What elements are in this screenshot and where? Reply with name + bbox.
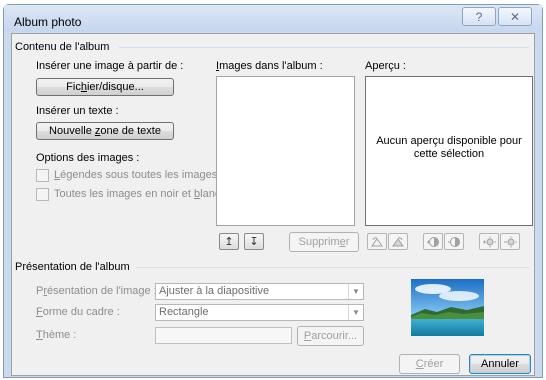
file-disk-button[interactable]: Fichier/disque... <box>36 78 174 96</box>
captions-checkbox[interactable] <box>36 169 49 182</box>
browse-button-label: Parcourir... <box>303 330 358 342</box>
frame-shape-value: Rectangle <box>159 306 209 318</box>
brightness-up-icon <box>483 236 496 247</box>
landscape-thumbnail-image <box>411 279 484 336</box>
preview-message: Aucun aperçu disponible pour cette sélec… <box>376 135 522 160</box>
rotate-left-icon <box>371 236 383 246</box>
preview-pane: Aucun aperçu disponible pour cette sélec… <box>365 76 533 226</box>
cancel-button-label: Annuler <box>481 358 519 370</box>
black-white-checkbox-label: Toutes les images en noir et blanc <box>54 188 221 200</box>
close-icon: ✕ <box>509 9 521 24</box>
rotate-left-button[interactable] <box>367 233 387 250</box>
browse-button[interactable]: Parcourir... <box>297 326 364 346</box>
dialog-body: Contenu de l'album Insérer une image à p… <box>11 33 535 376</box>
images-in-album-list[interactable] <box>216 76 355 226</box>
brightness-down-button[interactable] <box>500 233 520 250</box>
insert-image-label: Insérer une image à partir de : <box>36 60 184 72</box>
file-disk-button-label: Fichier/disque... <box>66 81 144 93</box>
contrast-down-icon <box>448 236 460 247</box>
album-layout-section-label: Présentation de l'album <box>15 261 130 273</box>
layout-thumbnail <box>411 279 484 336</box>
insert-text-label: Insérer un texte : <box>36 105 119 117</box>
picture-layout-value: Ajuster à la diapositive <box>159 285 270 297</box>
theme-label: Thème : <box>36 329 77 341</box>
close-button[interactable]: ✕ <box>498 7 532 26</box>
help-icon: ? <box>475 9 483 24</box>
contrast-up-icon <box>427 236 439 247</box>
move-down-button[interactable]: ↧ <box>244 233 264 250</box>
title-bar[interactable]: Album photo ? ✕ <box>4 5 542 32</box>
cancel-button[interactable]: Annuler <box>469 354 531 374</box>
move-down-icon: ↧ <box>249 236 259 248</box>
picture-layout-select[interactable]: Ajuster à la diapositive ▼ <box>155 283 364 300</box>
preview-label: Aperçu : <box>365 60 406 72</box>
contrast-down-button[interactable] <box>444 233 464 250</box>
remove-button-label: Supprimer <box>298 236 350 248</box>
chevron-down-icon: ▼ <box>348 305 363 320</box>
rotate-right-icon <box>392 236 404 246</box>
frame-shape-label: Forme du cadre : <box>36 306 120 318</box>
rotate-right-button[interactable] <box>388 233 408 250</box>
brightness-up-button[interactable] <box>479 233 499 250</box>
images-in-album-label: Images dans l'album : <box>216 60 323 72</box>
dialog-title: Album photo <box>14 15 82 29</box>
new-textbox-button-label: Nouvelle zone de texte <box>49 125 161 137</box>
brightness-down-icon <box>504 236 517 247</box>
remove-button[interactable]: Supprimer <box>289 232 359 252</box>
album-content-section-label: Contenu de l'album <box>15 41 110 53</box>
frame-shape-select[interactable]: Rectangle ▼ <box>155 304 364 321</box>
contrast-up-button[interactable] <box>423 233 443 250</box>
captions-checkbox-label: Légendes sous toutes les images <box>54 169 218 181</box>
new-textbox-button[interactable]: Nouvelle zone de texte <box>36 122 174 140</box>
create-button-label: Créer <box>415 358 444 370</box>
image-options-label: Options des images : <box>36 152 140 164</box>
black-white-checkbox[interactable] <box>36 188 49 201</box>
move-up-icon: ↥ <box>224 236 234 248</box>
chevron-down-icon: ▼ <box>348 284 363 299</box>
create-button[interactable]: Créer <box>399 354 460 374</box>
move-up-button[interactable]: ↥ <box>219 233 239 250</box>
theme-input[interactable] <box>155 327 292 344</box>
section-divider <box>136 267 529 268</box>
help-button[interactable]: ? <box>462 7 496 26</box>
picture-layout-label: Présentation de l'image : <box>36 285 157 297</box>
section-divider <box>119 47 529 48</box>
